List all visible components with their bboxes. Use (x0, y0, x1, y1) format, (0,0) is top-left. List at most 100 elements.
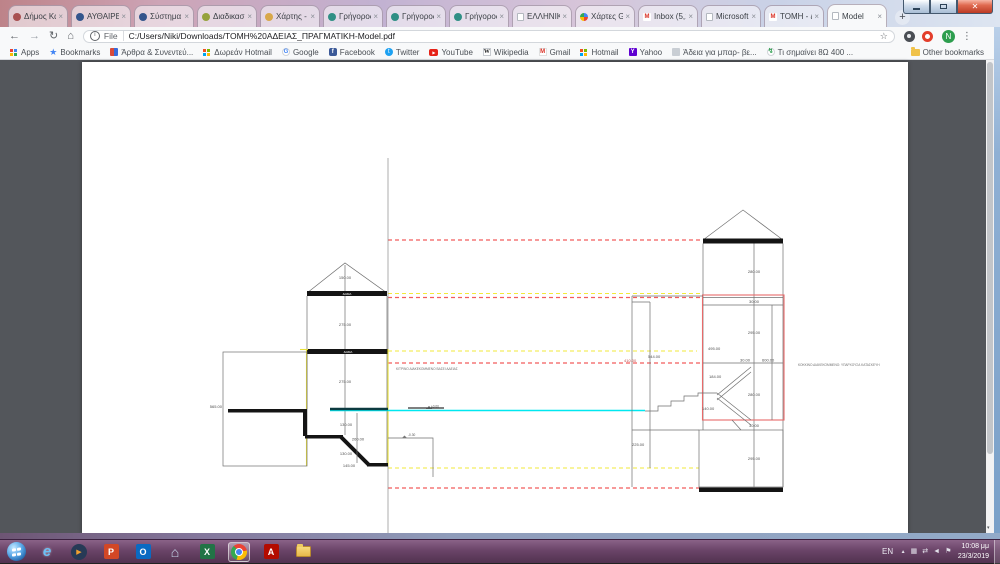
forward-icon[interactable] (29, 31, 40, 42)
excel-icon (200, 544, 215, 559)
pdf-page: 150.00 ΔΩΜΑ 275.00 ΔΩΜΑ 275.00 565.00 13… (82, 62, 908, 533)
bookmark-star-icon[interactable] (880, 31, 888, 42)
tab-grigoros-3[interactable]: Γρήγορος× (449, 5, 509, 27)
bookmark-label: Άδεια για μπαρ- βε... (683, 48, 757, 57)
bookmark-gmail[interactable]: Gmail (539, 48, 571, 57)
youtube-icon (429, 49, 438, 56)
taskbar-media-player[interactable] (68, 542, 90, 562)
home-icon[interactable] (67, 31, 74, 42)
bookmarks-bar: Apps Bookmarks Άρθρα & Συνεντεύ... Δωρεά… (0, 45, 994, 60)
dashed-reference-lines (388, 240, 703, 488)
other-bookmarks-button[interactable]: Other bookmarks (911, 48, 984, 57)
tab-systima[interactable]: Σύστημα Δ× (134, 5, 194, 27)
tab-close-icon[interactable]: × (184, 12, 189, 21)
taskbar-acrobat[interactable] (260, 542, 282, 562)
tab-grigoros-2[interactable]: Γρήγορος× (386, 5, 446, 27)
taskbar-excel[interactable] (196, 542, 218, 562)
tab-grigoros-1[interactable]: Γρήγορος× (323, 5, 383, 27)
tab-title: Χάρτης - (276, 12, 308, 21)
scroll-down-icon[interactable] (987, 526, 990, 531)
tab-close-icon[interactable]: × (247, 12, 252, 21)
maximize-button[interactable] (930, 0, 957, 14)
tab-elliniko[interactable]: ΕΛΛΗΝΙΚ× (512, 5, 572, 27)
tab-close-icon[interactable]: × (436, 12, 441, 21)
taskbar: EN 10:08 μμ 23/3/2019 (0, 539, 1000, 563)
tab-close-icon[interactable]: × (310, 12, 315, 21)
folder-icon (911, 49, 920, 56)
reload-icon[interactable] (49, 31, 58, 42)
tab-close-icon[interactable]: × (373, 12, 378, 21)
tab-close-icon[interactable]: × (877, 12, 882, 21)
bookmark-twitter[interactable]: Twitter (385, 48, 420, 57)
tab-title: Γρήγορος (402, 12, 434, 21)
tab-model-active[interactable]: Model× (827, 4, 887, 27)
tab-dimos[interactable]: Δήμος Κα× (8, 5, 68, 27)
bookmark-adeia[interactable]: Άδεια για μπαρ- βε... (672, 48, 757, 57)
explorer-folder-icon (296, 546, 311, 557)
maps-favicon (580, 13, 588, 21)
browser-menu-icon[interactable] (962, 31, 972, 42)
tab-inbox[interactable]: Inbox (5,1× (638, 5, 698, 27)
bookmark-bookmarks[interactable]: Bookmarks (49, 47, 100, 58)
minimize-button[interactable] (903, 0, 930, 14)
taskbar-home-app[interactable] (164, 542, 186, 562)
clock-date: 23/3/2019 (958, 552, 989, 561)
bookmark-arthra[interactable]: Άρθρα & Συνεντεύ... (110, 48, 193, 57)
bookmark-youtube[interactable]: YouTube (429, 48, 472, 57)
tab-close-icon[interactable]: × (121, 12, 126, 21)
bookmark-hotmail[interactable]: Hotmail (580, 48, 618, 57)
bookmark-yahoo[interactable]: Yahoo (629, 48, 663, 57)
gmail-favicon (643, 13, 651, 21)
tab-close-icon[interactable]: × (499, 12, 504, 21)
taskbar-chrome-active[interactable] (228, 542, 250, 562)
tab-xartis[interactable]: Χάρτης -× (260, 5, 320, 27)
tab-close-icon[interactable]: × (58, 12, 63, 21)
url-text[interactable]: C:/Users/Niki/Downloads/ΤΟΜΗ%20ΑΔΕΙΑΣ_ΠΡ… (129, 31, 876, 41)
tab-diadikasia[interactable]: Διαδικασ× (197, 5, 257, 27)
document-favicon (706, 13, 713, 21)
usb-icon[interactable] (922, 548, 928, 555)
bookmark-google[interactable]: Google (282, 48, 319, 57)
site-favicon (202, 13, 210, 21)
page-info-icon[interactable] (90, 31, 100, 41)
tab-close-icon[interactable]: × (625, 12, 630, 21)
tab-tomi-mail[interactable]: ΤΟΜΗ - a× (764, 5, 824, 27)
extension-icon-red[interactable] (922, 31, 933, 42)
taskbar-outlook[interactable] (132, 542, 154, 562)
tab-close-icon[interactable]: × (751, 12, 756, 21)
tab-close-icon[interactable]: × (814, 12, 819, 21)
action-center-flag-icon[interactable] (945, 548, 951, 555)
tab-close-icon[interactable]: × (562, 12, 567, 21)
address-bar[interactable]: File C:/Users/Niki/Downloads/ΤΟΜΗ%20ΑΔΕΙ… (83, 30, 895, 43)
taskbar-powerpoint[interactable] (100, 542, 122, 562)
show-desktop-button[interactable] (994, 540, 1000, 564)
bookmark-dorean-hotmail[interactable]: Δωρεάν Hotmail (203, 48, 272, 57)
start-button[interactable] (7, 542, 26, 561)
dim-terrace: 565.00 (210, 404, 223, 409)
scrollbar-thumb[interactable] (987, 62, 993, 454)
scrollbar[interactable] (986, 60, 994, 533)
dim-mid: 280.00 (748, 392, 761, 397)
tab-google-maps[interactable]: Χάρτες Go× (575, 5, 635, 27)
tab-microsoft[interactable]: Microsoft× (701, 5, 761, 27)
taskbar-internet-explorer[interactable] (36, 542, 58, 562)
tab-title: ΕΛΛΗΝΙΚ (527, 12, 560, 21)
bookmark-wikipedia[interactable]: Wikipedia (483, 48, 529, 57)
profile-avatar[interactable]: N (942, 30, 955, 43)
tab-afthaireta[interactable]: ΑΥΘΑΙΡΕΤ× (71, 5, 131, 27)
window-title-glass: Δήμος Κα× ΑΥΘΑΙΡΕΤ× Σύστημα Δ× Διαδικασ×… (0, 0, 1000, 27)
tab-title: Διαδικασ (213, 12, 245, 21)
extension-icon-dark[interactable] (904, 31, 915, 42)
tab-close-icon[interactable]: × (688, 12, 693, 21)
close-button[interactable] (957, 0, 993, 14)
back-icon[interactable] (9, 31, 20, 42)
language-indicator[interactable]: EN (882, 547, 893, 556)
bookmark-ti-simainei[interactable]: Τι σημαίνει 8Ω 400 ... (767, 48, 853, 57)
clock[interactable]: 10:08 μμ 23/3/2019 (958, 542, 989, 560)
network-icon[interactable] (911, 548, 918, 555)
bookmark-facebook[interactable]: Facebook (329, 48, 375, 57)
bookmark-apps[interactable]: Apps (10, 48, 39, 57)
taskbar-explorer[interactable] (292, 542, 314, 562)
volume-icon[interactable] (933, 548, 940, 555)
hidden-icons-arrow[interactable] (901, 548, 906, 555)
